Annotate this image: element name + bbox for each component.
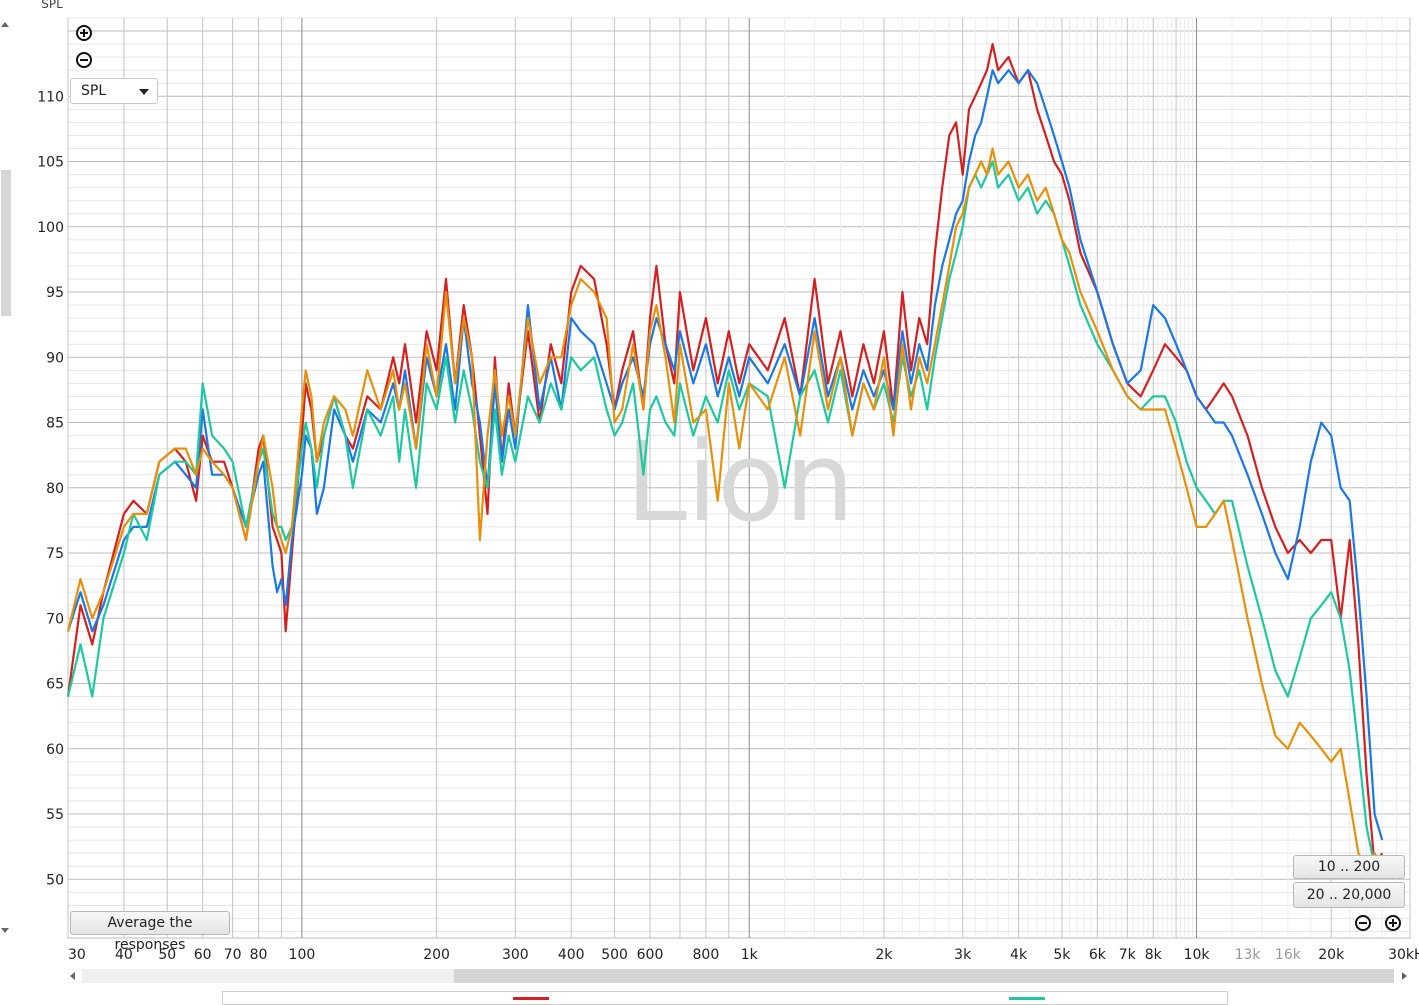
x-tick-label: 500 bbox=[601, 947, 628, 963]
x-tick-label: 80 bbox=[250, 947, 268, 963]
vertical-scroll-thumb[interactable] bbox=[1, 170, 11, 316]
vertical-scrollbar[interactable] bbox=[0, 12, 12, 937]
y-tick-label: 100 bbox=[37, 220, 64, 236]
scroll-up-arrow-icon[interactable] bbox=[1, 22, 9, 27]
scroll-right-arrow-icon[interactable] bbox=[1402, 972, 1407, 980]
y-tick-label: 55 bbox=[46, 807, 64, 823]
measurement-type-value: SPL bbox=[81, 83, 107, 99]
x-tick-label: 2k bbox=[875, 947, 893, 963]
average-responses-button[interactable]: Average the responses bbox=[70, 911, 230, 953]
x-tick-label: 200 bbox=[423, 947, 450, 963]
x-tick-label: 400 bbox=[558, 947, 585, 963]
measurement-type-select[interactable]: SPL bbox=[70, 78, 158, 104]
x-zoom-in-icon[interactable] bbox=[1384, 914, 1402, 932]
y-tick-label: 80 bbox=[46, 481, 64, 497]
x-tick-label: 70 bbox=[224, 947, 242, 963]
x-tick-label: 30 bbox=[68, 947, 86, 963]
chevron-down-icon bbox=[139, 89, 149, 95]
frequency-response-chart: SPL 50556065707580859095100105110 304050… bbox=[37, 0, 1419, 963]
y-axis-ticks: 50 55 60 65 70 75 80 85 90 95 100 105 110 bbox=[37, 89, 64, 888]
x-tick-label: 3k bbox=[954, 947, 972, 963]
range-10-200-button[interactable]: 10 .. 200 bbox=[1293, 855, 1405, 879]
y-tick-label: 75 bbox=[46, 546, 64, 562]
y-tick-label: 110 bbox=[37, 89, 64, 105]
x-tick-label: 16k bbox=[1275, 947, 1302, 963]
x-tick-label: 60 bbox=[194, 947, 212, 963]
y-tick-label: 70 bbox=[46, 611, 64, 627]
scroll-down-arrow-icon[interactable] bbox=[1, 928, 9, 933]
x-tick-label: 1k bbox=[741, 947, 759, 963]
x-tick-label: 8k bbox=[1145, 947, 1163, 963]
y-tick-label: 95 bbox=[46, 285, 64, 301]
x-tick-label: 5k bbox=[1053, 947, 1071, 963]
scroll-left-arrow-icon[interactable] bbox=[70, 972, 75, 980]
y-tick-label: 50 bbox=[46, 872, 64, 888]
x-tick-label: 7k bbox=[1119, 947, 1137, 963]
x-tick-label: 300 bbox=[502, 947, 529, 963]
x-tick-label: 4k bbox=[1010, 947, 1028, 963]
range-20-20000-button[interactable]: 20 .. 20,000 bbox=[1293, 882, 1405, 908]
x-tick-label: 30kHz bbox=[1388, 947, 1419, 963]
horizontal-scrollbar[interactable] bbox=[68, 966, 1410, 986]
y-tick-label: 60 bbox=[46, 742, 64, 758]
x-tick-label: 20k bbox=[1318, 947, 1345, 963]
horizontal-scroll-thumb[interactable] bbox=[454, 969, 1394, 983]
y-tick-label: 90 bbox=[46, 350, 64, 366]
x-tick-label: 600 bbox=[637, 947, 664, 963]
x-zoom-out-icon[interactable] bbox=[1354, 914, 1372, 932]
legend-panel bbox=[222, 991, 1228, 1005]
y-axis-title: SPL bbox=[41, 0, 63, 11]
y-tick-label: 105 bbox=[37, 155, 64, 171]
x-tick-label: 13k bbox=[1235, 947, 1262, 963]
x-tick-label: 100 bbox=[289, 947, 316, 963]
y-tick-label: 65 bbox=[46, 677, 64, 693]
x-axis-ticks: 3040506070801002003004005006008001k2k3k4… bbox=[68, 947, 1419, 963]
x-tick-label: 10k bbox=[1184, 947, 1211, 963]
zoom-in-icon[interactable] bbox=[75, 24, 93, 42]
x-tick-label: 800 bbox=[693, 947, 720, 963]
zoom-out-icon[interactable] bbox=[75, 51, 93, 69]
y-tick-label: 85 bbox=[46, 416, 64, 432]
x-tick-label: 6k bbox=[1089, 947, 1107, 963]
